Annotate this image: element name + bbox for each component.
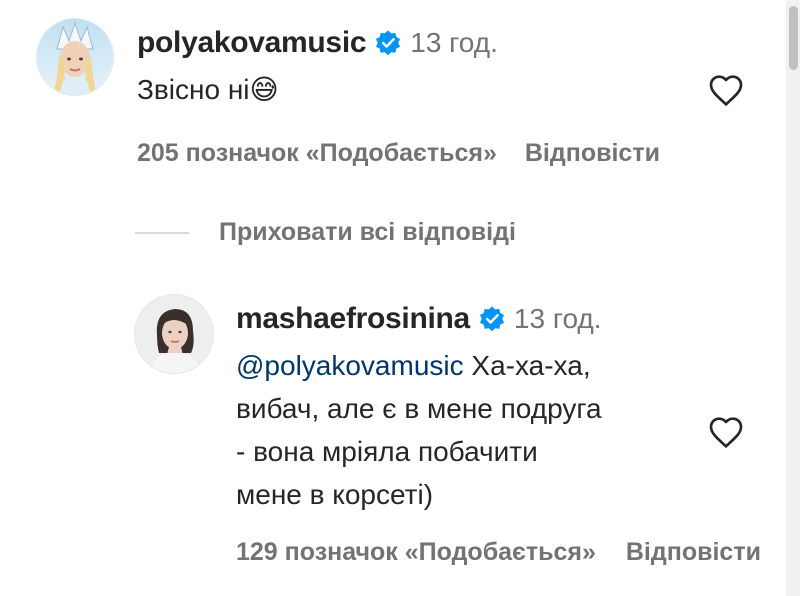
avatar[interactable] (134, 294, 214, 374)
reply-text-line-4: мене в корсеті) (236, 479, 434, 510)
reply-reply-button[interactable]: Відповісти (626, 538, 761, 567)
avatar-image (37, 19, 113, 95)
comment-time[interactable]: 13 год. (410, 27, 498, 59)
reply-text: @polyakovamusic Ха-ха-ха, вибач, але є в… (236, 344, 761, 516)
reply-likes-count[interactable]: 129 позначок «Подобається» (236, 538, 596, 567)
reply-text-line-3: - вона мріяла побачити (236, 436, 538, 467)
reply-username[interactable]: mashaefrosinina (236, 302, 470, 336)
comment-likes-count[interactable]: 205 позначок «Подобається» (137, 139, 497, 168)
hide-replies-label: Приховати всі відповіді (219, 218, 516, 246)
reply-item: mashaefrosinina 13 год. @polyakovamusic … (134, 294, 761, 567)
avatar[interactable] (36, 18, 114, 96)
comment-header: polyakovamusic 13 год. (137, 26, 660, 60)
avatar-image (135, 295, 213, 373)
verified-badge-icon (478, 305, 506, 333)
comment-reply-button[interactable]: Відповісти (525, 139, 660, 168)
reply-text-line-1: Ха-ха-ха, (463, 350, 591, 381)
comment-text: Звісно ні😅 (137, 74, 279, 105)
reply-time[interactable]: 13 год. (514, 303, 602, 335)
heart-outline-icon (709, 75, 743, 106)
hide-replies-toggle[interactable]: Приховати всі відповіді (135, 218, 516, 247)
reply-like-button[interactable] (706, 412, 746, 452)
reply-meta: 129 позначок «Подобається» Відповісти (236, 538, 761, 567)
comment-username[interactable]: polyakovamusic (137, 26, 367, 60)
heart-outline-icon (709, 417, 743, 448)
comment-like-button[interactable] (706, 70, 746, 110)
verified-badge-icon (374, 29, 402, 57)
scrollbar-thumb[interactable] (789, 6, 798, 70)
divider-line (135, 231, 189, 234)
comment-item: polyakovamusic 13 год. Звісно ні😅 205 по… (36, 18, 660, 168)
scrollbar[interactable] (786, 0, 800, 596)
reply-text-line-2: вибач, але є в мене подруга (236, 393, 602, 424)
comment-meta: 205 позначок «Подобається» Відповісти (137, 139, 660, 168)
reply-header: mashaefrosinina 13 год. (236, 302, 761, 336)
reply-mention-link[interactable]: @polyakovamusic (236, 350, 464, 381)
